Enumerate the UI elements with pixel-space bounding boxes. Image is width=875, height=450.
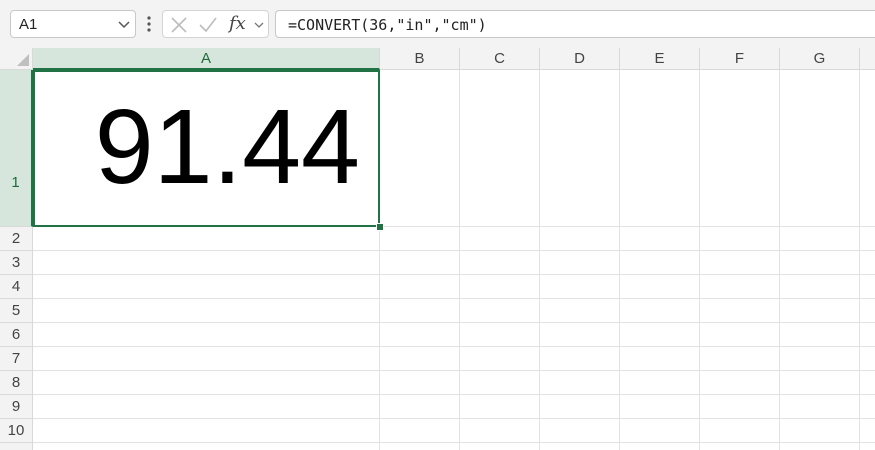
fill-handle[interactable] [376,223,384,231]
column-header-e[interactable]: E [620,48,700,70]
gridline [33,442,875,443]
gridline [33,274,875,275]
row-header-6[interactable]: 6 [0,323,33,347]
row-header-10[interactable]: 10 [0,419,33,443]
more-dots-icon[interactable] [144,14,154,34]
gridline [619,70,620,450]
cell-a1-value: 91.44 [94,88,360,206]
formula-controls: fx [162,10,269,38]
formula-bar: A1 fx =CONVERT(36,"in","cm") [0,0,875,48]
gridline [539,70,540,450]
select-all-button[interactable] [0,48,33,70]
gridline [33,346,875,347]
gridline [33,250,875,251]
row-header-7[interactable]: 7 [0,347,33,371]
row-header-1[interactable]: 1 [0,70,33,227]
name-box[interactable]: A1 [10,10,136,38]
chevron-down-icon[interactable] [253,19,265,31]
gridline [33,298,875,299]
spreadsheet-app: A1 fx =CONVERT(36,"in","cm") A B C D E F… [0,0,875,450]
formula-input[interactable]: =CONVERT(36,"in","cm") [275,10,875,38]
gridline [33,394,875,395]
select-all-triangle-icon [17,54,29,66]
column-header-a[interactable]: A [33,48,380,70]
column-header-f[interactable]: F [700,48,780,70]
column-header-d[interactable]: D [540,48,620,70]
name-box-value[interactable]: A1 [19,16,37,33]
row-header-5[interactable]: 5 [0,299,33,323]
row-header-9[interactable]: 9 [0,395,33,419]
row-header-8[interactable]: 8 [0,371,33,395]
gridline [459,70,460,450]
formula-text[interactable]: =CONVERT(36,"in","cm") [288,16,487,34]
cell-a1[interactable]: 91.44 [33,70,380,227]
row-header-partial[interactable] [0,443,33,450]
column-header-b[interactable]: B [380,48,460,70]
chevron-down-icon[interactable] [117,17,131,31]
gridline [33,418,875,419]
cancel-icon[interactable] [170,16,188,34]
row-header-3[interactable]: 3 [0,251,33,275]
gridline [699,70,700,450]
row-header-2[interactable]: 2 [0,227,33,251]
column-header-partial[interactable] [860,48,875,70]
gridline [33,370,875,371]
gridline [859,70,860,450]
column-header-g[interactable]: G [780,48,860,70]
gridline [33,322,875,323]
row-header-4[interactable]: 4 [0,275,33,299]
enter-icon[interactable] [198,16,218,34]
insert-function-button[interactable]: fx [229,13,246,34]
gridline [779,70,780,450]
worksheet-grid: A B C D E F G 1 2 3 4 5 6 7 8 9 10 91.44 [0,48,875,450]
column-header-c[interactable]: C [460,48,540,70]
